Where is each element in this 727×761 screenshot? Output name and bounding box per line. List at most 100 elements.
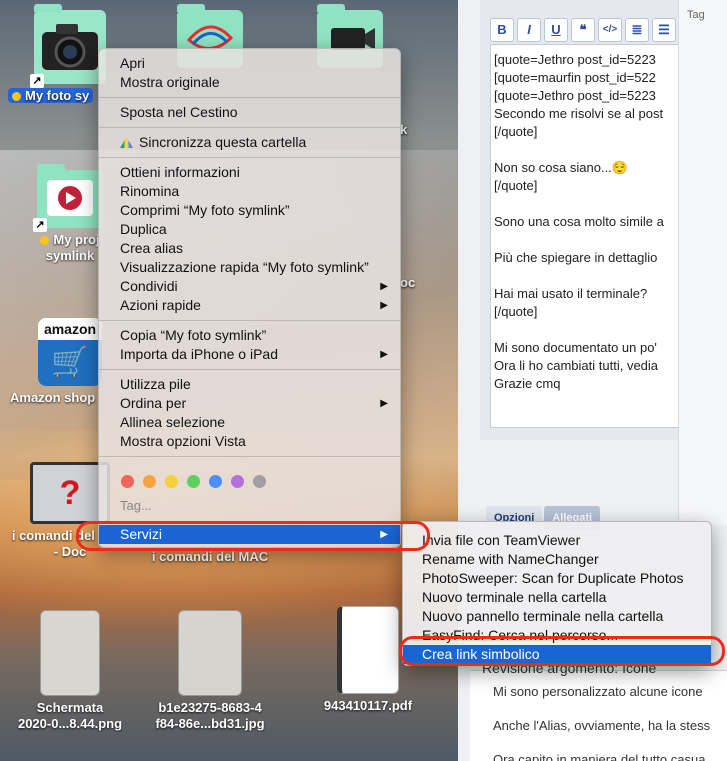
icon-label: My foto sy [8,88,94,103]
menu-item-label: Utilizza pile [120,376,191,392]
question-mark-icon: ? [59,474,81,512]
menu-item[interactable]: Ottieni informazioni [99,163,400,182]
icon-label: f84-86e...bd31.jpg [155,716,265,731]
list-button[interactable]: ≣ [625,18,649,42]
service-item[interactable]: Rename with NameChanger [403,550,711,569]
pdf-document-icon [337,606,399,694]
menu-item[interactable]: Crea alias [99,239,400,258]
menu-item[interactable]: Importa da iPhone o iPad ▶ [99,345,400,364]
menu-item[interactable]: Visualizzazione rapida “My foto symlink” [99,258,400,277]
icon-label-partial: k [400,122,408,137]
submenu-arrow-icon: ▶ [380,300,388,311]
tag-color-dot[interactable] [121,475,134,488]
yellow-tag-dot [40,236,50,246]
desktop-icon-screenshot-png[interactable]: Schermata 2020-0...8.44.png [0,610,140,732]
icon-label: b1e23275-8683-4 [158,700,262,715]
submenu-arrow-icon: ▶ [380,281,388,292]
menu-separator [99,369,400,370]
amazon-wordmark: amazon [38,318,102,340]
ordered-list-button[interactable]: ☰ [652,18,676,42]
menu-item[interactable]: Ordina per ▶ [99,394,400,413]
icon-label: 2020-0...8.44.png [17,716,123,731]
menu-item-label: Rinomina [120,183,180,199]
menu-item[interactable]: Rinomina [99,182,400,201]
menu-separator [99,97,400,98]
italic-button[interactable]: I [517,18,541,42]
menu-item-label: Allinea selezione [120,414,226,430]
tag-column: Tag [678,0,727,525]
service-item[interactable]: Nuovo terminale nella cartella [403,588,711,607]
menu-item[interactable]: Mostra originale [99,73,400,92]
menu-item[interactable]: Apri [99,54,400,73]
tag-color-dot[interactable] [253,475,266,488]
menu-item-label: Sposta nel Cestino [120,104,238,120]
menu-item[interactable]: Duplica [99,220,400,239]
menu-item[interactable]: Allinea selezione [99,413,400,432]
icon-label: Schermata [36,700,104,715]
menu-item-label: Ordina per [120,395,187,411]
menu-item-label: Duplica [120,221,167,237]
handwritten-page-thumbnail [178,610,242,696]
service-item[interactable]: PhotoSweeper: Scan for Duplicate Photos [403,569,711,588]
menu-item[interactable]: Azioni rapide ▶ [99,296,400,315]
menu-item[interactable]: Condividi ▶ [99,277,400,296]
review-line: Anche l'Alias, ovviamente, ha la stess [493,718,711,733]
quote-button[interactable]: ❝ [571,18,595,42]
shopping-cart-icon: 🛒 [38,340,102,386]
icon-label-partial: oc [400,275,416,290]
tag-color-dot[interactable] [209,475,222,488]
menu-item-label: Crea alias [120,240,184,256]
menu-item[interactable]: Comprimi “My foto symlink” [99,201,400,220]
amazon-app-icon: amazon 🛒 [38,318,102,386]
bold-button[interactable]: B [490,18,514,42]
menu-item-label: Apri [120,55,145,71]
folder-icon: ↗ [30,4,106,88]
menu-item[interactable]: Copia “My foto symlink” [99,326,400,345]
handwritten-page-thumbnail [40,610,100,696]
menu-separator [99,320,400,321]
tag-color-dot[interactable] [165,475,178,488]
tag-color-dot[interactable] [187,475,200,488]
alias-arrow-icon: ↗ [30,74,44,88]
menu-separator [99,157,400,158]
desktop-icon-jpg[interactable]: b1e23275-8683-4 f84-86e...bd31.jpg [140,610,280,732]
tag-label: Tag [687,9,705,21]
underline-button[interactable]: U [544,18,568,42]
alias-arrow-icon: ↗ [33,218,47,232]
menu-item-label: Sincronizza questa cartella [139,134,307,150]
review-line: Ora capito in maniera del tutto casua [493,752,706,761]
icon-label: i comandi del MAC [151,549,269,564]
menu-separator [99,456,400,457]
tag-color-dot[interactable] [231,475,244,488]
menu-item[interactable]: Sposta nel Cestino [99,103,400,122]
google-drive-icon [120,137,133,148]
menu-item-label: Mostra originale [120,74,220,90]
menu-item-label: Ottieni informazioni [120,164,240,180]
tag-color-dot[interactable] [143,475,156,488]
menu-item-label: Mostra opzioni Vista [120,433,246,449]
annotation-circle-servizi [76,521,430,551]
service-item[interactable]: Nuovo pannello terminale nella cartella [403,607,711,626]
menu-item-label: Comprimi “My foto symlink” [120,202,290,218]
review-line: Mi sono personalizzato alcune icone [493,684,703,699]
editor-toolbar: B I U ❝ </> ≣ ☰ [490,18,676,42]
finder-context-menu: Tag... Apri Mostra originale Sposta nel Ce… [98,48,401,548]
menu-item[interactable]: Sincronizza questa cartella [99,133,400,152]
camera-icon [42,24,98,70]
submenu-arrow-icon: ▶ [380,398,388,409]
tags-option[interactable]: Tag... [120,498,152,513]
menu-item[interactable]: Mostra opzioni Vista [99,432,400,451]
menu-separator [99,127,400,128]
menu-item-label: Visualizzazione rapida “My foto symlink” [120,259,369,275]
menu-item-label: Azioni rapide [120,297,201,313]
submenu-arrow-icon: ▶ [380,349,388,360]
service-item[interactable]: Invia file con TeamViewer [403,531,711,550]
code-button[interactable]: </> [598,18,622,42]
tag-color-row [121,475,266,488]
icon-label: 943410117.pdf [323,698,413,713]
menu-item-label: Importa da iPhone o iPad [120,346,278,362]
menu-item[interactable]: Utilizza pile [99,375,400,394]
menu-item-label: Copia “My foto symlink” [120,327,267,343]
menu-item-label: Condividi [120,278,178,294]
yellow-tag-dot [12,92,21,102]
